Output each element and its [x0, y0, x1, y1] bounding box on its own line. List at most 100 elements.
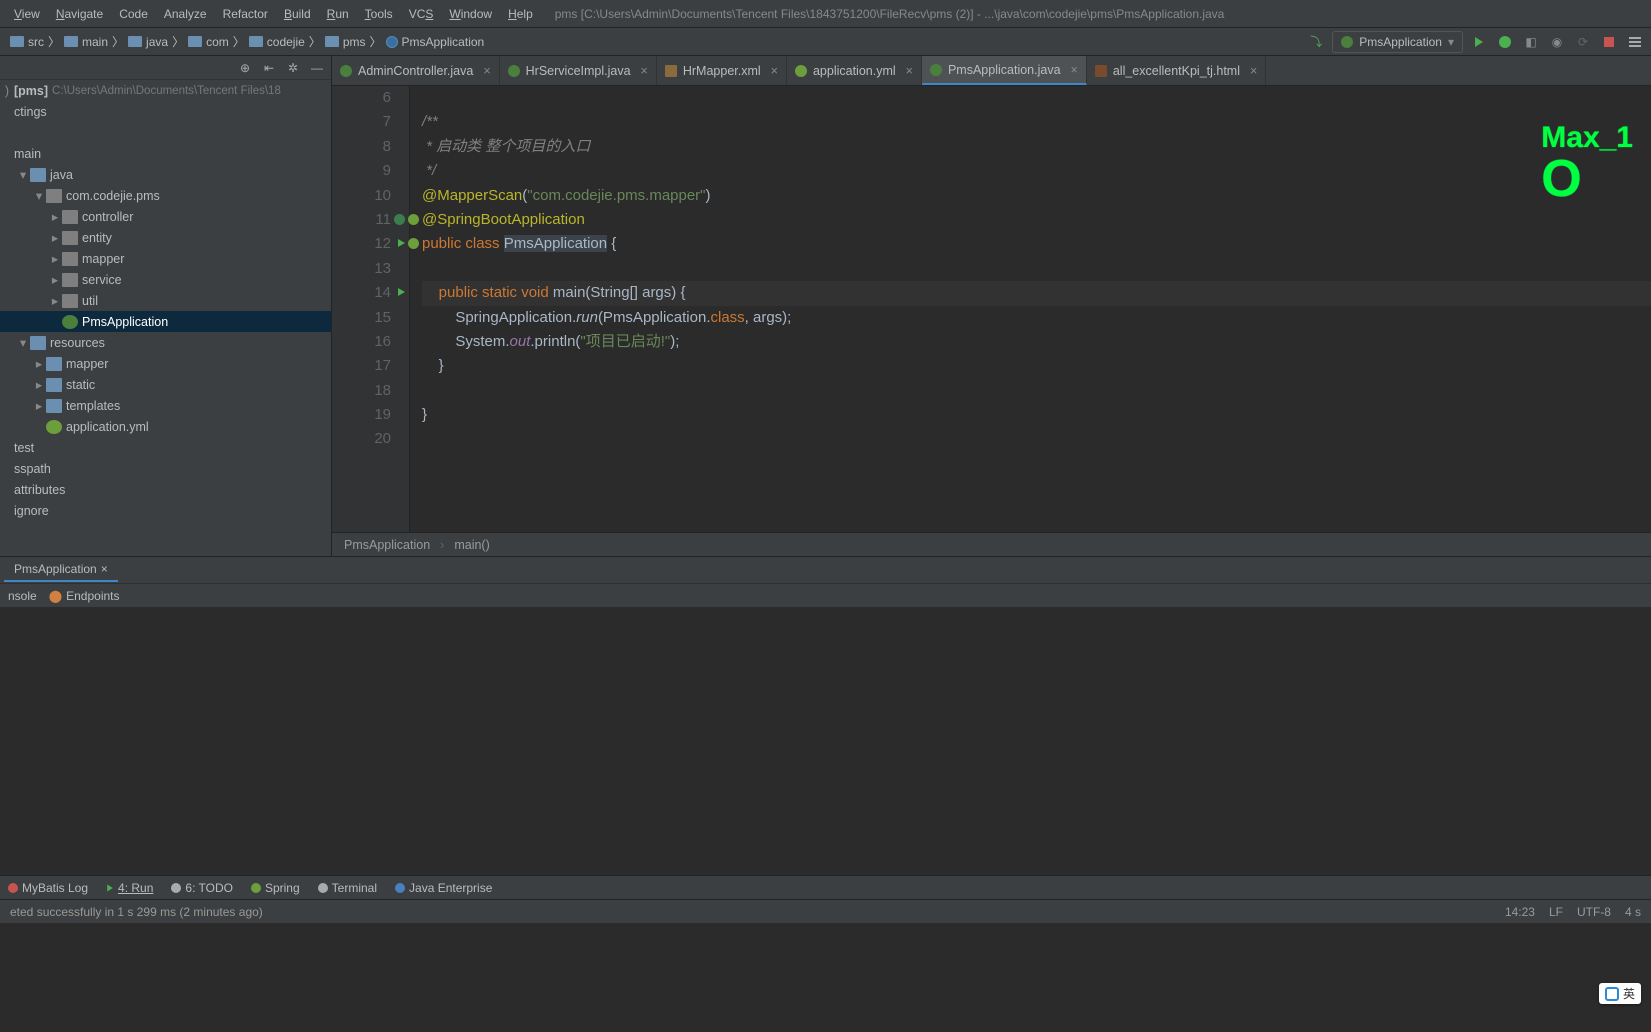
- run-gutter-icon[interactable]: [398, 239, 405, 247]
- code-line[interactable]: /**: [422, 110, 1651, 134]
- editor-tab[interactable]: PmsApplication.java×: [922, 56, 1087, 85]
- tree-item-static[interactable]: ▸static: [0, 374, 331, 395]
- line-number[interactable]: 11: [332, 208, 391, 232]
- file-encoding[interactable]: UTF-8: [1577, 905, 1611, 919]
- tree-item-java[interactable]: ▾java: [0, 164, 331, 185]
- tree-item-com.codejie.pms[interactable]: ▾com.codejie.pms: [0, 185, 331, 206]
- close-icon[interactable]: ×: [906, 64, 913, 78]
- menu-window[interactable]: Window: [441, 3, 500, 25]
- code-line[interactable]: SpringApplication.run(PmsApplication.cla…: [422, 306, 1651, 330]
- tree-item-mapper[interactable]: ▸mapper: [0, 248, 331, 269]
- code-line[interactable]: */: [422, 159, 1651, 183]
- code-line[interactable]: System.out.println("项目已启动!");: [422, 330, 1651, 354]
- menu-tools[interactable]: Tools: [357, 3, 401, 25]
- line-number[interactable]: 15: [332, 306, 391, 330]
- menu-view[interactable]: View: [6, 3, 48, 25]
- editor-tab[interactable]: HrMapper.xml×: [657, 56, 787, 85]
- menu-run[interactable]: Run: [319, 3, 357, 25]
- code-line[interactable]: @SpringBootApplication: [422, 208, 1651, 232]
- tool-window-run[interactable]: 4: Run: [106, 881, 153, 895]
- close-icon[interactable]: ×: [641, 64, 648, 78]
- tree-root[interactable]: ) [pms] C:\Users\Admin\Documents\Tencent…: [0, 80, 331, 101]
- code-line[interactable]: * 启动类 整个项目的入口: [422, 135, 1651, 159]
- menu-code[interactable]: Code: [111, 3, 156, 25]
- code-line[interactable]: }: [422, 354, 1651, 378]
- profile-button[interactable]: ◉: [1547, 32, 1567, 52]
- line-number[interactable]: 14: [332, 281, 391, 305]
- menu-help[interactable]: Help: [500, 3, 541, 25]
- tree-item-util[interactable]: ▸util: [0, 290, 331, 311]
- tree-item-ctings[interactable]: ctings: [0, 101, 331, 122]
- code-editor[interactable]: 67891011121314151617181920 /** * 启动类 整个项…: [332, 86, 1651, 532]
- leaf-gutter-icon[interactable]: [394, 214, 405, 225]
- line-separator[interactable]: LF: [1549, 905, 1563, 919]
- tree-item-mapper[interactable]: ▸mapper: [0, 353, 331, 374]
- project-tree[interactable]: ) [pms] C:\Users\Admin\Documents\Tencent…: [0, 80, 331, 556]
- code-line[interactable]: }: [422, 403, 1651, 427]
- ime-indicator[interactable]: 英: [1599, 983, 1641, 1004]
- console-output[interactable]: [0, 607, 1651, 875]
- close-icon[interactable]: ×: [771, 64, 778, 78]
- code-line[interactable]: public class PmsApplication {: [422, 232, 1651, 256]
- breadcrumb-com[interactable]: com: [184, 35, 233, 49]
- close-icon[interactable]: ×: [483, 64, 490, 78]
- line-number[interactable]: 10: [332, 184, 391, 208]
- code-line[interactable]: public static void main(String[] args) {: [422, 281, 1651, 305]
- close-icon[interactable]: ×: [1250, 64, 1257, 78]
- tree-item-application.yml[interactable]: application.yml: [0, 416, 331, 437]
- tool-window-todo[interactable]: 6: TODO: [171, 881, 233, 895]
- code-line[interactable]: [422, 257, 1651, 281]
- bean-gutter-icon[interactable]: [408, 214, 419, 225]
- code-content[interactable]: /** * 启动类 整个项目的入口 */@MapperScan("com.cod…: [418, 86, 1651, 532]
- breadcrumb-java[interactable]: java: [124, 35, 172, 49]
- run-tab[interactable]: PmsApplication ×: [4, 558, 118, 582]
- run-button[interactable]: [1469, 32, 1489, 52]
- settings-icon[interactable]: ✲: [285, 60, 301, 76]
- breadcrumb-src[interactable]: src: [6, 35, 48, 49]
- tree-item-attributes[interactable]: attributes: [0, 479, 331, 500]
- fold-column[interactable]: [410, 86, 418, 532]
- tree-item-controller[interactable]: ▸controller: [0, 206, 331, 227]
- hide-icon[interactable]: —: [309, 60, 325, 76]
- editor-tab[interactable]: AdminController.java×: [332, 56, 500, 85]
- breadcrumb-method[interactable]: main(): [454, 538, 489, 552]
- breadcrumb-class[interactable]: PmsApplication: [344, 538, 430, 552]
- line-number[interactable]: 18: [332, 379, 391, 403]
- line-number[interactable]: 12: [332, 232, 391, 256]
- tool-window-mybatislog[interactable]: MyBatis Log: [8, 881, 88, 895]
- build-icon[interactable]: ⤵: [1306, 32, 1326, 52]
- tool-window-spring[interactable]: Spring: [251, 881, 300, 895]
- cursor-position[interactable]: 14:23: [1505, 905, 1535, 919]
- debug-button[interactable]: [1495, 32, 1515, 52]
- menu-refactor[interactable]: Refactor: [215, 3, 276, 25]
- breadcrumb-PmsApplication[interactable]: PmsApplication: [382, 35, 489, 49]
- line-number[interactable]: 6: [332, 86, 391, 110]
- tree-item-resources[interactable]: ▾resources: [0, 332, 331, 353]
- line-number[interactable]: 19: [332, 403, 391, 427]
- coverage-button[interactable]: ◧: [1521, 32, 1541, 52]
- line-number[interactable]: 7: [332, 110, 391, 134]
- run-config-selector[interactable]: PmsApplication ▾: [1332, 31, 1463, 53]
- tree-item-service[interactable]: ▸service: [0, 269, 331, 290]
- stop-button[interactable]: [1599, 32, 1619, 52]
- line-number[interactable]: 20: [332, 427, 391, 451]
- line-number[interactable]: 13: [332, 257, 391, 281]
- more-button[interactable]: [1625, 32, 1645, 52]
- console-tab[interactable]: nsole: [8, 589, 37, 603]
- tree-item-PmsApplication[interactable]: PmsApplication: [0, 311, 331, 332]
- line-number[interactable]: 17: [332, 354, 391, 378]
- gutter[interactable]: 67891011121314151617181920: [332, 86, 410, 532]
- editor-tab[interactable]: HrServiceImpl.java×: [500, 56, 657, 85]
- tree-item-entity[interactable]: ▸entity: [0, 227, 331, 248]
- target-icon[interactable]: ⊕: [237, 60, 253, 76]
- breadcrumb-pms[interactable]: pms: [321, 35, 370, 49]
- code-line[interactable]: [422, 428, 1651, 452]
- line-number[interactable]: 9: [332, 159, 391, 183]
- tree-item-main[interactable]: main: [0, 143, 331, 164]
- code-line[interactable]: @MapperScan("com.codejie.pms.mapper"): [422, 184, 1651, 208]
- line-number[interactable]: 16: [332, 330, 391, 354]
- indent-info[interactable]: 4 s: [1625, 905, 1641, 919]
- run-gutter-icon[interactable]: [398, 288, 405, 296]
- tree-item-sspath[interactable]: sspath: [0, 458, 331, 479]
- breadcrumb-main[interactable]: main: [60, 35, 112, 49]
